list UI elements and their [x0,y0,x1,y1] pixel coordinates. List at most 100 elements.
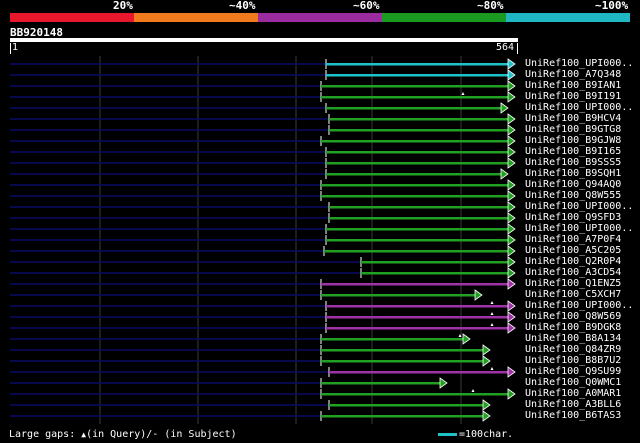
hit-row[interactable] [10,168,509,180]
hit-label[interactable]: UniRef100_B6TAS3 [525,411,621,421]
hit-row[interactable] [10,322,516,334]
hit-row[interactable] [10,80,516,92]
hit-row[interactable] [10,399,491,411]
hit-bar[interactable] [326,316,509,319]
hit-label[interactable]: UniRef100_UPI000.. [525,224,633,234]
hit-bar[interactable] [326,305,509,308]
hit-bar[interactable] [324,250,509,253]
hit-label[interactable]: UniRef100_Q8W555 [525,191,621,201]
hit-label[interactable]: UniRef100_A7Q348 [525,70,621,80]
hit-row[interactable] [10,69,516,81]
hit-row[interactable] [10,388,516,400]
hit-label[interactable]: UniRef100_UPI000.. [525,202,633,212]
hit-label[interactable]: UniRef100_A7P0F4 [525,235,621,245]
hit-label[interactable]: UniRef100_UPI000.. [525,59,633,69]
hit-bar[interactable] [326,63,509,66]
hit-row[interactable] [10,124,516,136]
hit-row[interactable] [10,278,516,290]
hit-bar[interactable] [329,206,509,209]
hit-bar[interactable] [326,239,509,242]
hit-label[interactable]: UniRef100_Q84ZR9 [525,345,621,355]
hit-bar[interactable] [329,118,509,121]
hit-label[interactable]: UniRef100_B9I191 [525,92,621,102]
hit-row[interactable] [10,289,483,301]
hit-row[interactable] [10,179,516,191]
hit-bar[interactable] [321,85,509,88]
hit-row[interactable] [10,157,516,169]
hit-bar[interactable] [329,404,484,407]
hit-label[interactable]: UniRef100_UPI000.. [525,301,633,311]
hit-bar[interactable] [326,107,502,110]
hit-bar[interactable] [329,217,509,220]
hit-label[interactable]: UniRef100_B9DGK8 [525,323,621,333]
hit-bar[interactable] [321,195,509,198]
hit-label[interactable]: UniRef100_B9SSS5 [525,158,621,168]
hit-row[interactable] [10,245,516,257]
hit-bar[interactable] [326,151,509,154]
hit-label[interactable]: UniRef100_B9GJW8 [525,136,621,146]
hit-label[interactable]: UniRef100_B9I165 [525,147,621,157]
hit-bar[interactable] [361,272,509,275]
hit-row[interactable] [10,377,448,389]
hit-bar[interactable] [329,129,509,132]
hit-bar[interactable] [321,415,484,418]
hit-bar[interactable] [326,173,502,176]
hit-bar[interactable] [321,294,476,297]
hit-bar[interactable] [326,74,509,77]
hit-row[interactable] [10,102,509,114]
hit-bar[interactable] [321,140,509,143]
hit-row[interactable] [10,212,516,224]
hit-row[interactable] [10,333,471,345]
hit-row[interactable] [10,113,516,125]
hit-row[interactable] [10,135,516,147]
hit-row[interactable] [10,146,516,158]
hit-label[interactable]: UniRef100_A3BLL6 [525,400,621,410]
hit-bar[interactable] [321,393,509,396]
hit-label[interactable]: UniRef100_Q0WMC1 [525,378,621,388]
hit-bar[interactable] [361,261,509,264]
hit-row[interactable] [10,344,491,356]
hit-row[interactable] [10,267,516,279]
hit-row[interactable] [10,201,516,213]
hit-row[interactable] [10,410,491,422]
hit-row[interactable] [10,190,516,202]
hit-bar[interactable] [321,360,484,363]
hit-label[interactable]: UniRef100_C5XCH7 [525,290,621,300]
hit-label[interactable]: UniRef100_Q2R0P4 [525,257,621,267]
hit-bar[interactable] [326,228,509,231]
hit-bar[interactable] [321,283,509,286]
hit-row[interactable] [10,366,516,378]
hit-bar[interactable] [321,96,509,99]
hit-row[interactable] [10,256,516,268]
hit-label[interactable]: UniRef100_Q94AQ0 [525,180,621,190]
hit-label[interactable]: UniRef100_Q1ENZ5 [525,279,621,289]
hit-label[interactable]: UniRef100_UPI000.. [525,103,633,113]
hit-row[interactable] [10,58,516,70]
hit-label[interactable]: UniRef100_B9GTG8 [525,125,621,135]
hit-row[interactable] [10,311,516,323]
hit-label[interactable]: UniRef100_B9HCV4 [525,114,621,124]
hit-bar[interactable] [321,184,509,187]
hit-label[interactable]: UniRef100_Q9SU99 [525,367,621,377]
hit-label[interactable]: UniRef100_B8B7U2 [525,356,621,366]
hit-label[interactable]: UniRef100_B9IAN1 [525,81,621,91]
hit-row[interactable] [10,234,516,246]
hit-bar[interactable] [321,338,464,341]
hit-bar[interactable] [326,162,509,165]
hit-label[interactable]: UniRef100_B8A134 [525,334,621,344]
hit-label[interactable]: UniRef100_A0MAR1 [525,389,621,399]
hit-row[interactable] [10,300,516,312]
hit-row[interactable] [10,355,491,367]
hit-label[interactable]: UniRef100_A5C205 [525,246,621,256]
hit-bar[interactable] [329,371,509,374]
hit-label[interactable]: UniRef100_Q8W569 [525,312,621,322]
hit-bar[interactable] [321,349,484,352]
hit-label[interactable]: UniRef100_Q9SFD3 [525,213,621,223]
hit-label[interactable]: UniRef100_B9SQH1 [525,169,621,179]
hit-label[interactable]: UniRef100_A3CD54 [525,268,621,278]
hit-bar[interactable] [321,382,441,385]
hit-row[interactable] [10,223,516,235]
hit-bar[interactable] [326,327,509,330]
hit-row[interactable] [10,91,516,103]
hit-arrow-icon [507,245,516,257]
